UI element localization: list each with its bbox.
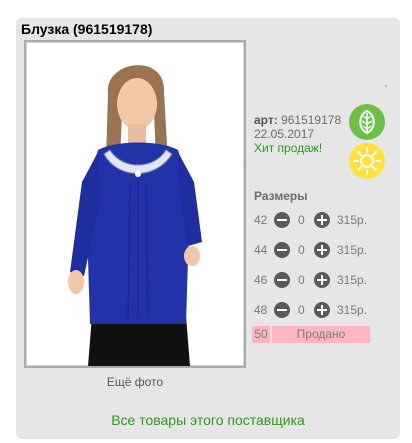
leaf-icon [349, 104, 385, 140]
size-label: 48 [254, 303, 268, 317]
price-value: 315р. [337, 273, 368, 287]
size-row: 42 0 315р. [254, 212, 374, 228]
quantity-value: 0 [298, 213, 305, 227]
increase-button[interactable] [314, 242, 330, 258]
increase-button[interactable] [314, 302, 330, 318]
article-number: 961519178 [281, 113, 342, 127]
sold-out-label: Продано [272, 326, 370, 343]
product-photo[interactable] [24, 40, 246, 368]
article-date: 22.05.2017 [254, 127, 315, 141]
decrease-button[interactable] [274, 242, 290, 258]
increase-button[interactable] [314, 212, 330, 228]
quantity-value: 0 [298, 303, 305, 317]
increase-button[interactable] [314, 272, 330, 288]
product-photo-illustration [68, 65, 202, 366]
size-label: 44 [254, 243, 268, 257]
size-label: 42 [254, 213, 268, 227]
decrease-button[interactable] [274, 272, 290, 288]
bestseller-label: Хит продаж! [254, 141, 323, 155]
decrease-button[interactable] [274, 212, 290, 228]
quantity-value: 0 [298, 243, 305, 257]
sold-out-row: 50 Продано [252, 326, 370, 343]
article-info: арт: 961519178 22.05.2017 Хит продаж! [254, 113, 341, 155]
size-row: 46 0 315р. [254, 272, 374, 288]
tick-mark: ' [385, 84, 387, 95]
all-supplier-products-link[interactable]: Все товары этого поставщика [16, 412, 400, 428]
price-value: 315р. [337, 303, 368, 317]
article-label: арт: [254, 113, 278, 127]
sizes-heading: Размеры [254, 189, 308, 203]
sun-icon [349, 143, 385, 179]
price-value: 315р. [337, 213, 368, 227]
size-label: 46 [254, 273, 268, 287]
decrease-button[interactable] [274, 302, 290, 318]
quantity-value: 0 [298, 273, 305, 287]
product-title: Блузка (961519178) [21, 21, 153, 37]
size-label: 50 [252, 326, 270, 343]
price-value: 315р. [337, 243, 368, 257]
size-row: 44 0 315р. [254, 242, 374, 258]
size-row: 48 0 315р. [254, 302, 374, 318]
more-photos-link[interactable]: Ещё фото [24, 375, 246, 389]
